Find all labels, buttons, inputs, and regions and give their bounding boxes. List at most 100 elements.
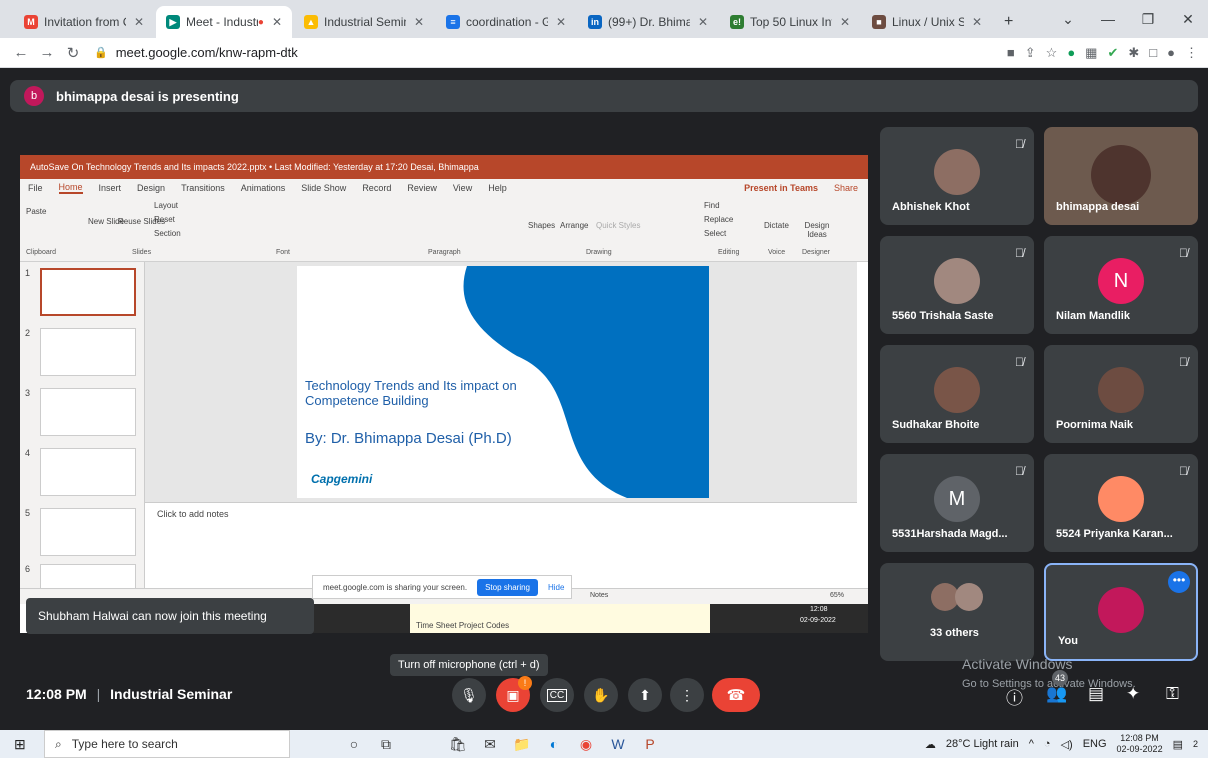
- tab-meet[interactable]: ▶ Meet - Industri ● ✕: [156, 6, 292, 38]
- new-tab-button[interactable]: +: [994, 6, 1024, 38]
- menu-record[interactable]: Record: [362, 183, 391, 193]
- menu-insert[interactable]: Insert: [99, 183, 122, 193]
- section-button[interactable]: Section: [154, 229, 181, 238]
- present-in-teams-button[interactable]: Present in Teams: [744, 183, 818, 193]
- layout-button[interactable]: Layout: [154, 201, 178, 210]
- slide-thumb-4[interactable]: [40, 448, 136, 496]
- powerpoint-icon[interactable]: P: [634, 736, 666, 752]
- participant-tile[interactable]: 🎙̸ N Nilam Mandlik: [1044, 236, 1198, 334]
- tab-search-icon[interactable]: ⌄: [1048, 11, 1088, 28]
- word-icon[interactable]: W: [602, 736, 634, 752]
- menu-home[interactable]: Home: [58, 182, 83, 194]
- back-icon[interactable]: ←: [8, 44, 34, 61]
- close-tab-icon[interactable]: ✕: [832, 15, 850, 29]
- self-tile[interactable]: ••• You: [1044, 563, 1198, 661]
- restore-icon[interactable]: ❐: [1128, 11, 1168, 28]
- share-icon[interactable]: ⇪: [1025, 45, 1036, 61]
- close-tab-icon[interactable]: ✕: [690, 15, 708, 29]
- extension-icon[interactable]: ●: [1067, 45, 1075, 61]
- captions-button[interactable]: CC: [540, 678, 574, 712]
- sidepanel-icon[interactable]: □: [1149, 45, 1157, 61]
- taskbar-clock[interactable]: 12:08 PM 02-09-2022: [1117, 733, 1163, 755]
- participant-tile[interactable]: 🎙̸ 5524 Priyanka Karan...: [1044, 454, 1198, 552]
- tab-coordination[interactable]: ≡ coordination - Goo ✕: [436, 6, 576, 38]
- file-explorer-icon[interactable]: 📁: [506, 736, 538, 753]
- tray-arrow-icon[interactable]: ^: [1029, 738, 1034, 750]
- activities-icon[interactable]: ✦: [1126, 684, 1140, 704]
- participant-tile-video[interactable]: bhimappa desai: [1044, 127, 1198, 225]
- more-options-icon[interactable]: •••: [1168, 571, 1190, 593]
- menu-help[interactable]: Help: [488, 183, 507, 193]
- replace-button[interactable]: Replace: [704, 215, 733, 224]
- forward-icon[interactable]: →: [34, 44, 60, 61]
- task-view-icon[interactable]: ⧉: [370, 736, 402, 753]
- design-ideas-button[interactable]: Design Ideas: [800, 221, 834, 239]
- participant-tile[interactable]: 🎙̸ Poornima Naik: [1044, 345, 1198, 443]
- participant-tile[interactable]: 🎙̸ M 5531Harshada Magd...: [880, 454, 1034, 552]
- reload-icon[interactable]: ↻: [60, 44, 86, 62]
- chrome-icon[interactable]: ◉: [570, 736, 602, 753]
- select-button[interactable]: Select: [704, 229, 726, 238]
- arrange-button[interactable]: Arrange: [560, 221, 588, 230]
- slide-thumb-2[interactable]: [40, 328, 136, 376]
- microphone-button[interactable]: 🎙: [452, 678, 486, 712]
- more-options-button[interactable]: ⋮: [670, 678, 704, 712]
- raise-hand-button[interactable]: ✋: [584, 678, 618, 712]
- quick-styles-button[interactable]: Quick Styles: [596, 221, 640, 230]
- puzzle-icon[interactable]: ✱: [1128, 45, 1139, 61]
- notes-status-button[interactable]: Notes: [590, 592, 608, 599]
- minimize-icon[interactable]: —: [1088, 11, 1128, 27]
- tab-industrial-seminar[interactable]: ▲ Industrial Seminar ✕: [294, 6, 434, 38]
- participant-tile[interactable]: 🎙̸ Abhishek Khot: [880, 127, 1034, 225]
- reset-button[interactable]: Reset: [154, 215, 175, 224]
- close-tab-icon[interactable]: ✕: [264, 15, 282, 29]
- people-icon[interactable]: 👥: [1046, 684, 1067, 704]
- others-tile[interactable]: 33 others: [880, 563, 1034, 661]
- slide-thumb-5[interactable]: [40, 508, 136, 556]
- menu-animations[interactable]: Animations: [241, 183, 286, 193]
- menu-view[interactable]: View: [453, 183, 472, 193]
- weather-text[interactable]: 28°C Light rain: [946, 738, 1019, 750]
- notifications-icon[interactable]: ▤: [1173, 738, 1183, 751]
- menu-file[interactable]: File: [28, 183, 43, 193]
- stop-sharing-button[interactable]: Stop sharing: [477, 578, 538, 596]
- dictate-button[interactable]: Dictate: [764, 221, 789, 230]
- slide-thumb-1[interactable]: [40, 268, 136, 316]
- close-tab-icon[interactable]: ✕: [406, 15, 424, 29]
- menu-review[interactable]: Review: [407, 183, 437, 193]
- hide-button[interactable]: Hide: [548, 583, 564, 592]
- tab-invitation[interactable]: M Invitation from CSI ✕: [14, 6, 154, 38]
- check-extension-icon[interactable]: ✔: [1107, 45, 1118, 61]
- slide-thumb-3[interactable]: [40, 388, 136, 436]
- menu-design[interactable]: Design: [137, 183, 165, 193]
- close-window-icon[interactable]: ✕: [1168, 11, 1208, 28]
- current-slide[interactable]: Technology Trends and Its impact on Comp…: [297, 266, 709, 498]
- present-button[interactable]: ⬆: [628, 678, 662, 712]
- close-tab-icon[interactable]: ✕: [548, 15, 566, 29]
- network-icon[interactable]: ◔: [1044, 738, 1051, 750]
- close-tab-icon[interactable]: ✕: [126, 15, 144, 29]
- tab-linux-interview[interactable]: e! Top 50 Linux Interv ✕: [720, 6, 860, 38]
- tab-linux-shell[interactable]: ■ Linux / Unix Shell C ✕: [862, 6, 992, 38]
- close-tab-icon[interactable]: ✕: [964, 15, 982, 29]
- language-indicator[interactable]: ENG: [1083, 738, 1107, 750]
- menu-slide-show[interactable]: Slide Show: [301, 183, 346, 193]
- paste-button[interactable]: Paste: [26, 207, 46, 216]
- tab-linkedin[interactable]: in (99+) Dr. Bhimappa ✕: [578, 6, 718, 38]
- url-field[interactable]: 🔒 meet.google.com/knw-rapm-dtk: [94, 45, 298, 60]
- menu-transitions[interactable]: Transitions: [181, 183, 225, 193]
- taskbar-search[interactable]: ⌕ Type here to search: [44, 730, 290, 758]
- bookmark-star-icon[interactable]: ☆: [1046, 45, 1058, 61]
- participant-tile[interactable]: 🎙̸ Sudhakar Bhoite: [880, 345, 1034, 443]
- profile-avatar[interactable]: ●: [1167, 45, 1175, 61]
- windows-start-icon[interactable]: ⊞: [14, 736, 26, 753]
- store-icon[interactable]: 🛍: [442, 736, 474, 753]
- shapes-button[interactable]: Shapes: [528, 221, 555, 230]
- cortana-icon[interactable]: ○: [338, 736, 370, 752]
- camera-icon[interactable]: ■: [1007, 45, 1015, 61]
- mail-icon[interactable]: ✉: [474, 736, 506, 753]
- end-call-button[interactable]: ☎: [712, 678, 760, 712]
- participant-tile[interactable]: 🎙̸ 5560 Trishala Saste: [880, 236, 1034, 334]
- menu-dots-icon[interactable]: ⋮: [1185, 45, 1198, 61]
- grid-extension-icon[interactable]: ▦: [1085, 45, 1097, 61]
